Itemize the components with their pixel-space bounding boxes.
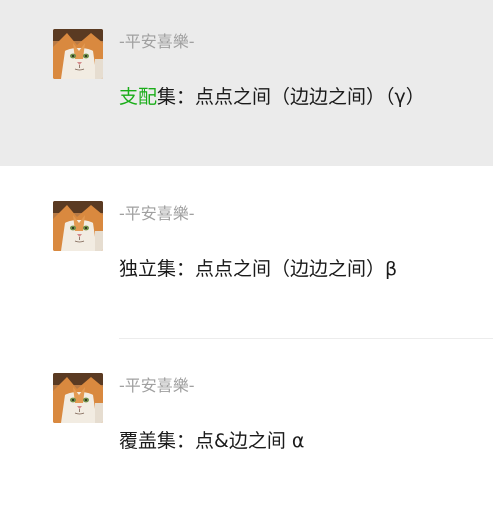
avatar[interactable] (53, 373, 103, 423)
avatar[interactable] (53, 29, 103, 79)
message-item[interactable]: -平安喜樂- 独立集：点点之间（边边之间）β (0, 172, 493, 338)
divider (119, 338, 493, 339)
message-text: 覆盖集：点&边之间 α (119, 430, 305, 452)
message-text-rest: 集：点点之间（边边之间）（γ） (157, 86, 425, 108)
sender-name: -平安喜樂- (119, 376, 195, 395)
message-item[interactable]: -平安喜樂- 支配集：点点之间（边边之间）（γ） (0, 0, 493, 166)
sender-name: -平安喜樂- (119, 32, 195, 51)
highlighted-term: 支配 (119, 86, 158, 108)
cat-avatar-icon (53, 373, 103, 423)
message-item[interactable]: -平安喜樂- 覆盖集：点&边之间 α (0, 344, 493, 505)
message-text: 独立集：点点之间（边边之间）β (119, 258, 398, 280)
sender-name: -平安喜樂- (119, 204, 195, 223)
avatar[interactable] (53, 201, 103, 251)
cat-avatar-icon (53, 29, 103, 79)
cat-avatar-icon (53, 201, 103, 251)
chat-message-list: -平安喜樂- 支配集：点点之间（边边之间）（γ） -平安喜樂- 独立集：点点之间… (0, 0, 493, 505)
message-text: 支配集：点点之间（边边之间）（γ） (119, 82, 425, 109)
